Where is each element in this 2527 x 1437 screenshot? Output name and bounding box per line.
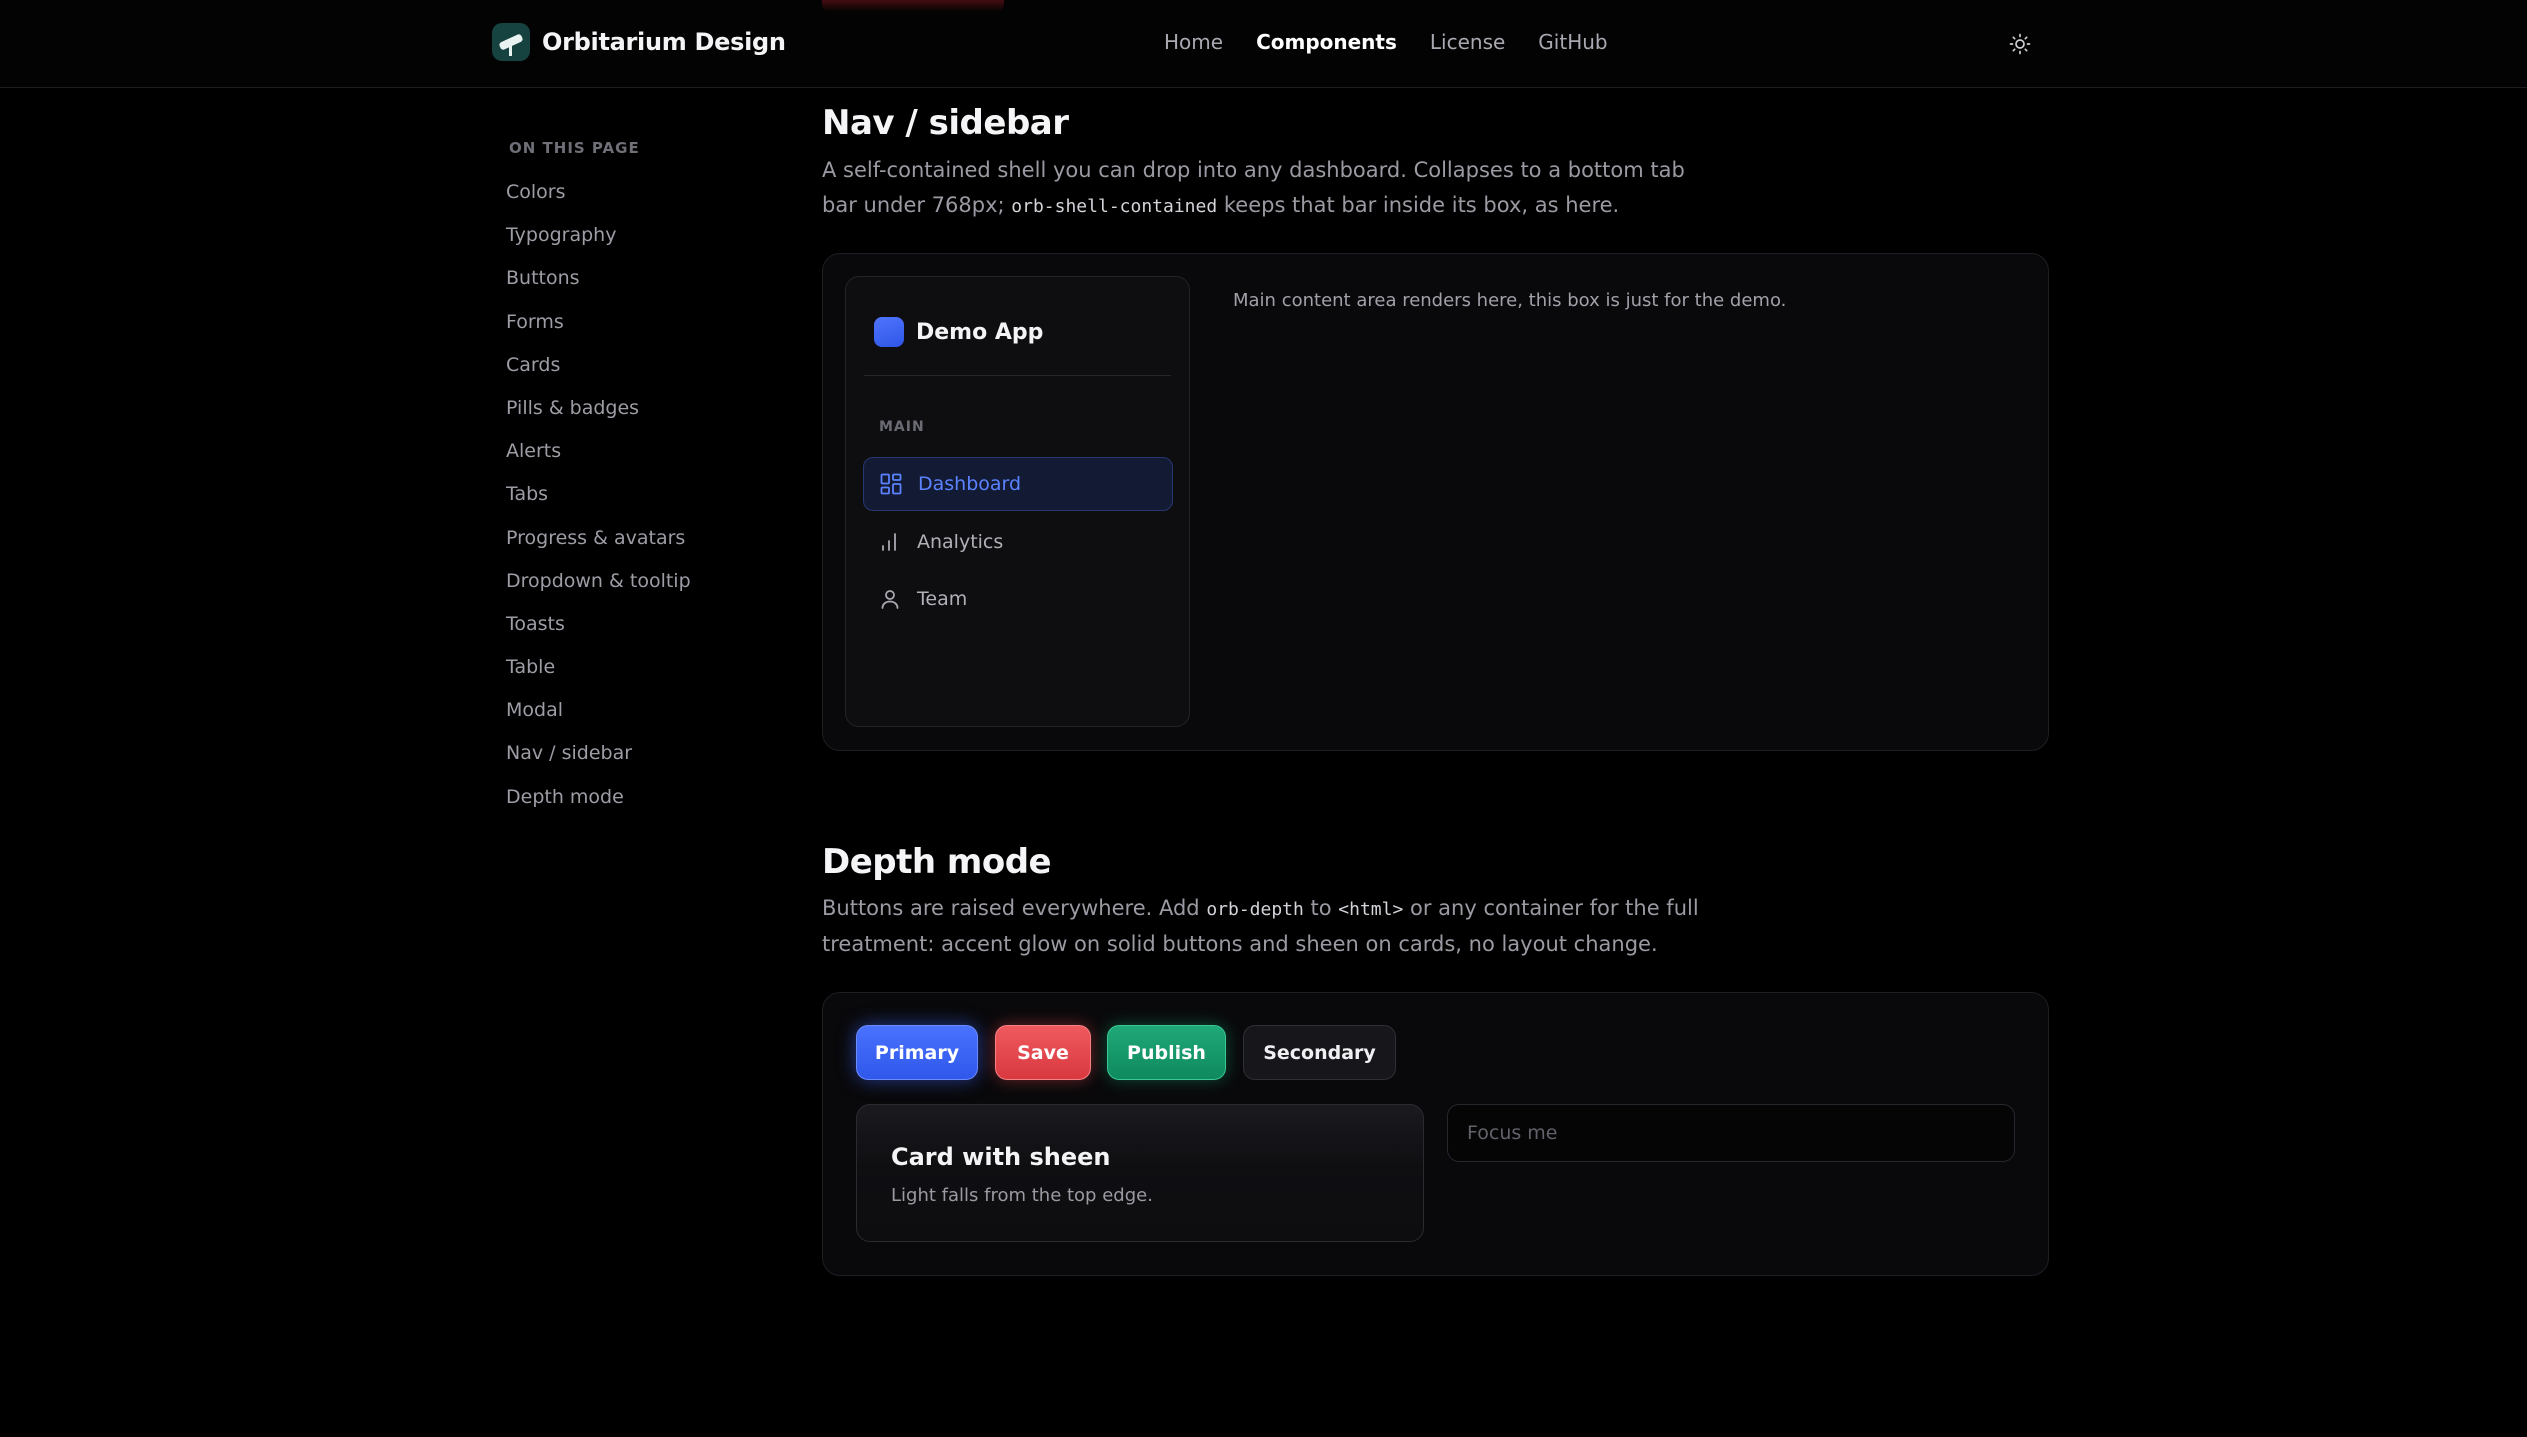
bar-chart-icon xyxy=(882,533,896,551)
lead-text: Buttons are raised everywhere. Add xyxy=(822,896,1207,920)
sidebar-section-label: MAIN xyxy=(879,419,925,435)
demo-sidebar: Demo App MAIN Dashboard Analytics Team xyxy=(845,276,1190,727)
toc-item-nav-sidebar[interactable]: Nav / sidebar xyxy=(506,740,691,783)
nav-link-license[interactable]: License xyxy=(1430,30,1505,54)
nav-demo-panel: Demo App MAIN Dashboard Analytics Team M… xyxy=(822,253,2049,751)
lead-text: keeps that bar inside its box, as here. xyxy=(1217,193,1620,217)
toc-item-colors[interactable]: Colors xyxy=(506,179,691,222)
user-icon xyxy=(881,590,899,609)
toc-item-typography[interactable]: Typography xyxy=(506,222,691,265)
sidebar-item-label: Analytics xyxy=(917,531,1004,553)
publish-button[interactable]: Publish xyxy=(1107,1025,1226,1080)
app-logo-icon xyxy=(874,317,904,347)
inline-code: orb-depth xyxy=(1206,899,1304,920)
toc-item-cards[interactable]: Cards xyxy=(506,352,691,395)
card-title: Card with sheen xyxy=(891,1143,1111,1171)
sidebar-item-dashboard[interactable]: Dashboard xyxy=(863,457,1173,511)
top-nav-links: Home Components License GitHub xyxy=(1164,30,1608,54)
sidebar-divider xyxy=(864,375,1171,376)
toc-item-pills-badges[interactable]: Pills & badges xyxy=(506,395,691,438)
focus-input[interactable] xyxy=(1447,1104,2015,1162)
sheen-card: Card with sheen Light falls from the top… xyxy=(856,1104,1424,1242)
brand-name: Orbitarium Design xyxy=(542,28,786,56)
lead-text: to xyxy=(1303,896,1339,920)
depth-mode-description: Buttons are raised everywhere. Add orb-d… xyxy=(822,891,1722,962)
demo-main-content-note: Main content area renders here, this box… xyxy=(1233,290,1787,311)
sidebar-item-label: Dashboard xyxy=(918,473,1022,495)
depth-mode-heading: Depth mode xyxy=(822,842,1052,882)
demo-app-header: Demo App xyxy=(874,317,1043,347)
toc-item-dropdown-tooltip[interactable]: Dropdown & tooltip xyxy=(506,568,691,611)
depth-demo-panel: Primary Save Publish Secondary Card with… xyxy=(822,992,2049,1276)
sun-icon xyxy=(2009,33,2031,55)
toc-item-forms[interactable]: Forms xyxy=(506,309,691,352)
save-button[interactable]: Save xyxy=(995,1025,1091,1080)
sidebar-item-analytics[interactable]: Analytics xyxy=(863,515,1173,569)
primary-button[interactable]: Primary xyxy=(856,1025,978,1080)
grid-icon xyxy=(880,473,902,495)
on-this-page-nav: ON THIS PAGE Colors Typography Buttons F… xyxy=(506,139,691,827)
toc-item-depth-mode[interactable]: Depth mode xyxy=(506,784,691,827)
nav-sidebar-description: A self-contained shell you can drop into… xyxy=(822,153,1722,224)
toc-item-table[interactable]: Table xyxy=(506,654,691,697)
nav-sidebar-heading: Nav / sidebar xyxy=(822,103,1069,143)
sidebar-item-label: Team xyxy=(917,588,968,610)
theme-toggle-button[interactable] xyxy=(2006,30,2034,58)
nav-link-github[interactable]: GitHub xyxy=(1538,30,1607,54)
top-navbar: Orbitarium Design Home Components Licens… xyxy=(0,0,2527,88)
toc-item-buttons[interactable]: Buttons xyxy=(506,265,691,308)
secondary-button[interactable]: Secondary xyxy=(1243,1025,1396,1080)
toc-item-toasts[interactable]: Toasts xyxy=(506,611,691,654)
inline-code: orb-shell-contained xyxy=(1011,196,1218,217)
toc-item-progress-avatars[interactable]: Progress & avatars xyxy=(506,525,691,568)
toc-item-alerts[interactable]: Alerts xyxy=(506,438,691,481)
card-subtitle: Light falls from the top edge. xyxy=(891,1185,1153,1206)
toc-title: ON THIS PAGE xyxy=(509,139,640,157)
sidebar-item-team[interactable]: Team xyxy=(863,572,1173,626)
toc-item-tabs[interactable]: Tabs xyxy=(506,481,691,524)
inline-code: <html> xyxy=(1338,899,1404,920)
brand-link[interactable]: Orbitarium Design xyxy=(492,23,786,61)
scrolled-red-element-hint xyxy=(822,0,1004,12)
demo-app-name: Demo App xyxy=(916,319,1044,345)
nav-link-home[interactable]: Home xyxy=(1164,30,1223,54)
nav-link-components[interactable]: Components xyxy=(1256,30,1397,54)
toc-item-modal[interactable]: Modal xyxy=(506,697,691,740)
telescope-logo-icon xyxy=(492,23,530,61)
